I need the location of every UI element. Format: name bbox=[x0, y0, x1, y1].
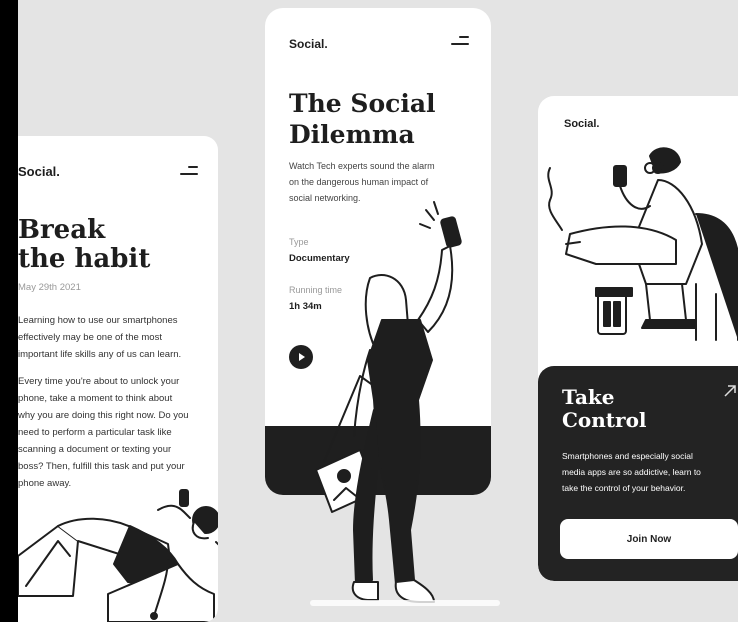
cta-description: Smartphones and especially social media … bbox=[562, 451, 701, 493]
article-date: May 29th 2021 bbox=[18, 282, 81, 293]
movie-description: Watch Tech experts sound the alarm on th… bbox=[289, 161, 435, 203]
arrow-up-right-icon[interactable] bbox=[723, 384, 737, 398]
selfie-person-illustration bbox=[315, 201, 462, 603]
cta-panel: Take Control Smartphones and especially … bbox=[538, 366, 738, 581]
brand-logo: Social. bbox=[564, 118, 600, 130]
menu-icon[interactable] bbox=[451, 36, 469, 46]
article-title: Break the habit bbox=[18, 215, 151, 274]
type-label: Type bbox=[289, 237, 309, 247]
brand-logo: Social. bbox=[18, 164, 60, 179]
cta-title: Take Control bbox=[562, 385, 647, 432]
edge-strip bbox=[0, 0, 18, 622]
join-card: Social. Take Control Smartphones and esp… bbox=[538, 96, 738, 581]
seated-person-illustration bbox=[547, 147, 738, 341]
join-now-button[interactable]: Join Now bbox=[560, 519, 738, 559]
movie-title: The Social Dilemma bbox=[289, 89, 436, 149]
menu-icon[interactable] bbox=[180, 166, 198, 176]
floor-shadow bbox=[310, 600, 500, 606]
article-paragraph-2: Every time you're about to unlock your p… bbox=[18, 376, 189, 489]
article-paragraph-1: Learning how to use our smartphones effe… bbox=[18, 315, 182, 360]
article-card: Social. Break the habit May 29th 2021 Le… bbox=[18, 136, 218, 622]
reclining-person-illustration bbox=[18, 489, 218, 622]
brand-logo: Social. bbox=[289, 37, 328, 51]
